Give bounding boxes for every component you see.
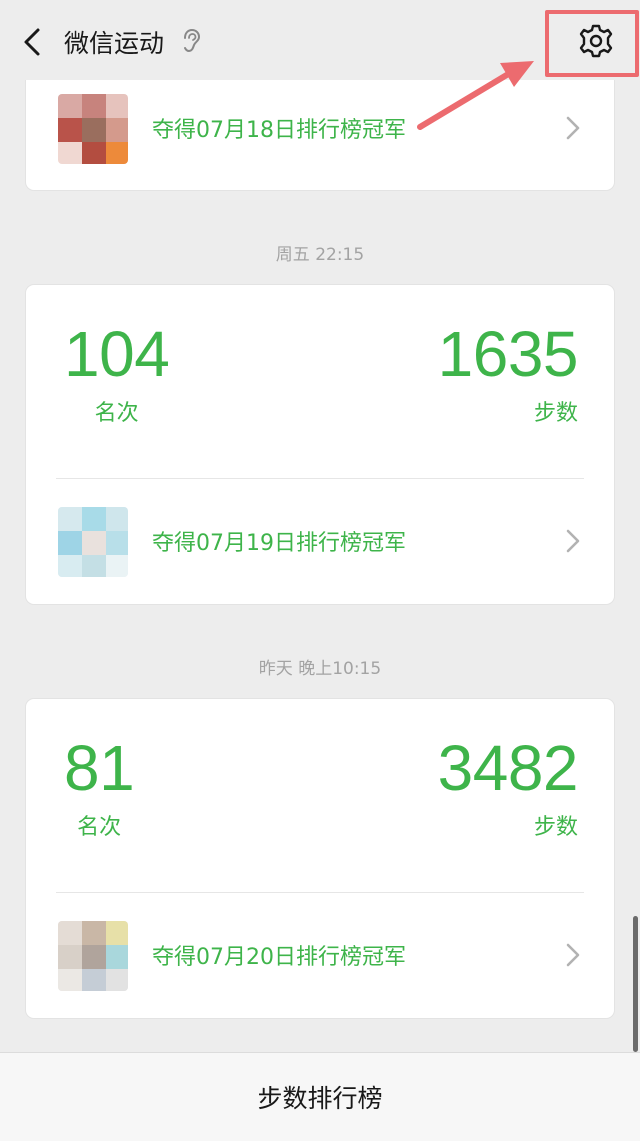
champion-row[interactable]: 夺得07月20日排行榜冠军 [26, 893, 614, 1017]
steps-stat: 3482 步数 [437, 732, 579, 841]
rank-label: 名次 [94, 401, 139, 426]
rank-label: 名次 [77, 815, 122, 840]
scrollbar[interactable] [633, 916, 638, 1052]
screen: 夺得07月18日排行榜冠军 周五 22:15 104 名次 1635 步数 夺得… [0, 0, 640, 1141]
rank-stat: 104 名次 [64, 318, 170, 427]
champion-text: 夺得07月18日排行榜冠军 [152, 118, 406, 143]
champion-row[interactable]: 夺得07月18日排行榜冠军 [26, 66, 614, 190]
header: 微信运动 [0, 0, 640, 80]
chevron-right-icon [566, 116, 580, 140]
champion-text: 夺得07月19日排行榜冠军 [152, 531, 406, 556]
step-card: 81 名次 3482 步数 夺得07月20日排行榜冠军 [26, 699, 614, 1018]
step-card: 104 名次 1635 步数 夺得07月19日排行榜冠军 [26, 285, 614, 604]
avatar [58, 921, 128, 991]
rank-value: 104 [64, 318, 170, 390]
avatar [58, 94, 128, 164]
steps-label: 步数 [533, 401, 578, 426]
steps-stat: 1635 步数 [437, 318, 579, 427]
chevron-right-icon [566, 943, 580, 967]
champion-row[interactable]: 夺得07月19日排行榜冠军 [26, 479, 614, 603]
page-title: 微信运动 [64, 29, 165, 58]
champion-text: 夺得07月20日排行榜冠军 [152, 945, 406, 970]
rank-stat: 81 名次 [64, 732, 135, 841]
feed: 夺得07月18日排行榜冠军 周五 22:15 104 名次 1635 步数 夺得… [0, 0, 640, 1141]
leaderboard-button[interactable]: 步数排行榜 [0, 1052, 640, 1141]
timestamp: 周五 22:15 [275, 245, 365, 265]
gear-icon[interactable] [574, 19, 618, 63]
steps-label: 步数 [533, 815, 578, 840]
chevron-left-icon[interactable] [14, 22, 50, 62]
chevron-right-icon [566, 529, 580, 553]
timestamp: 昨天 晚上10:15 [258, 659, 382, 679]
steps-value: 1635 [437, 318, 579, 390]
steps-value: 3482 [437, 732, 579, 804]
ear-icon [184, 28, 201, 53]
rank-value: 81 [64, 732, 135, 804]
avatar [58, 507, 128, 577]
